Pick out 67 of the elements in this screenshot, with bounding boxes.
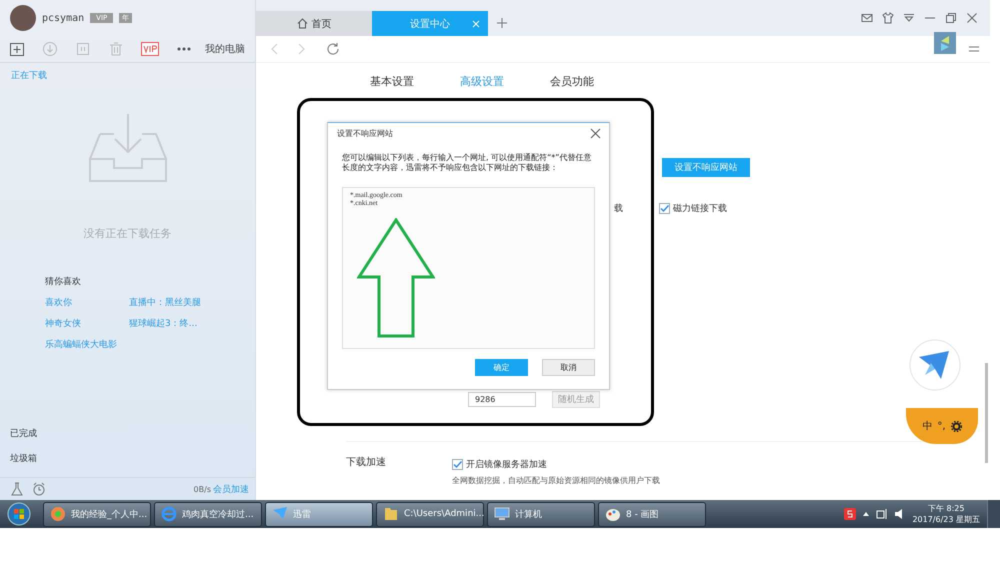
sidebar-item[interactable]: 垃圾箱 <box>10 452 255 477</box>
taskbar-button[interactable]: C:\Users\Admini... <box>376 502 484 526</box>
sidebar-item[interactable]: 已完成 <box>10 427 255 452</box>
speed-text: 0B/s <box>194 484 211 494</box>
empty-message: 没有正在下载任务 <box>84 226 172 241</box>
browser-tab[interactable]: 设置中心 <box>372 11 488 36</box>
recommend-link[interactable]: 神奇女侠 <box>45 317 129 330</box>
recommend-title: 猜你喜欢 <box>45 276 82 288</box>
scrollbar[interactable] <box>985 363 988 463</box>
settings-tab[interactable]: 会员功能 <box>550 74 594 89</box>
close-icon[interactable] <box>966 12 978 24</box>
home-icon <box>296 18 308 29</box>
restore-icon[interactable] <box>945 12 957 24</box>
browser-tab[interactable]: 首页 <box>256 11 372 36</box>
inbox-download-icon <box>88 112 168 184</box>
shirt-icon[interactable] <box>882 12 894 24</box>
bird-icon[interactable] <box>909 339 961 391</box>
alarm-clock-icon[interactable] <box>32 482 46 496</box>
checkbox-label: 开启镜像服务器加速 <box>466 458 547 471</box>
checkbox[interactable] <box>659 203 670 214</box>
computer-icon <box>494 506 510 522</box>
avatar[interactable] <box>10 5 36 31</box>
close-icon[interactable] <box>590 128 601 138</box>
tray-expand-icon[interactable] <box>862 510 870 518</box>
recommend-link[interactable]: 乐高蝙蝠侠大电影 <box>45 338 129 351</box>
add-icon[interactable] <box>9 41 25 57</box>
clock-date: 2017/6/23 星期五 <box>912 514 980 525</box>
colorful-circle-icon <box>50 506 66 522</box>
recommend-link[interactable]: 喜欢你 <box>45 296 129 309</box>
dropdown-icon[interactable] <box>903 12 915 24</box>
ok-button[interactable]: 确定 <box>475 359 528 376</box>
input-method-icon[interactable] <box>844 508 856 520</box>
refresh-icon[interactable] <box>326 42 340 56</box>
username: pcsyman <box>42 12 84 24</box>
device-selector[interactable]: 我的电脑 <box>205 42 245 56</box>
option-description: 全网数据挖掘，自动匹配与原始资源相同的镜像供用户下载 <box>452 475 660 486</box>
network-icon[interactable] <box>876 508 888 520</box>
palette-icon <box>605 506 621 522</box>
section-label: 下载加速 <box>346 456 387 469</box>
boost-link[interactable]: 会员加速 <box>213 482 249 496</box>
recommend-link[interactable]: 猩球崛起3：终... <box>129 317 219 330</box>
plus-icon[interactable] <box>497 18 507 28</box>
taskbar-button[interactable]: 8 - 画图 <box>598 502 706 526</box>
cancel-button[interactable]: 取消 <box>542 359 595 376</box>
vip-icon[interactable] <box>141 42 159 56</box>
menu-icon[interactable] <box>968 44 980 54</box>
clock-time: 下午 8:25 <box>928 503 964 514</box>
mail-icon[interactable] <box>861 12 873 24</box>
gear-icon <box>950 420 962 432</box>
option-label: 载 <box>614 202 623 215</box>
checkbox[interactable] <box>452 459 463 470</box>
flask-icon[interactable] <box>10 482 24 496</box>
port-field[interactable]: 9286 <box>468 392 536 407</box>
unresponsive-sites-button[interactable]: 设置不响应网站 <box>662 158 750 177</box>
random-button[interactable]: 随机生成 <box>552 391 600 408</box>
recommend-link[interactable]: 直播中：黑丝美腿 <box>129 296 219 309</box>
dialog-instructions: 您可以编辑以下列表，每行输入一个网址, 可以使用通配符“*”代替任意长度的文字内容，迅雷将不予响应包含以下网址的下载链接： <box>342 153 592 173</box>
sidebar-item[interactable]: 正在下载 <box>0 63 255 88</box>
checkbox-label: 磁力链接下载 <box>673 202 727 215</box>
settings-tab[interactable]: 基本设置 <box>370 74 414 89</box>
dialog-title: 设置不响应网站 <box>337 128 393 138</box>
settings-tab[interactable]: 高级设置 <box>460 74 504 89</box>
taskbar-button[interactable]: 我的经验_个人中... <box>43 502 151 526</box>
taskbar-button[interactable]: 鸡肉真空冷却过... <box>154 502 262 526</box>
browser-e-icon <box>161 506 177 522</box>
taskbar-button[interactable]: 计算机 <box>487 502 595 526</box>
folder-icon <box>383 506 399 522</box>
